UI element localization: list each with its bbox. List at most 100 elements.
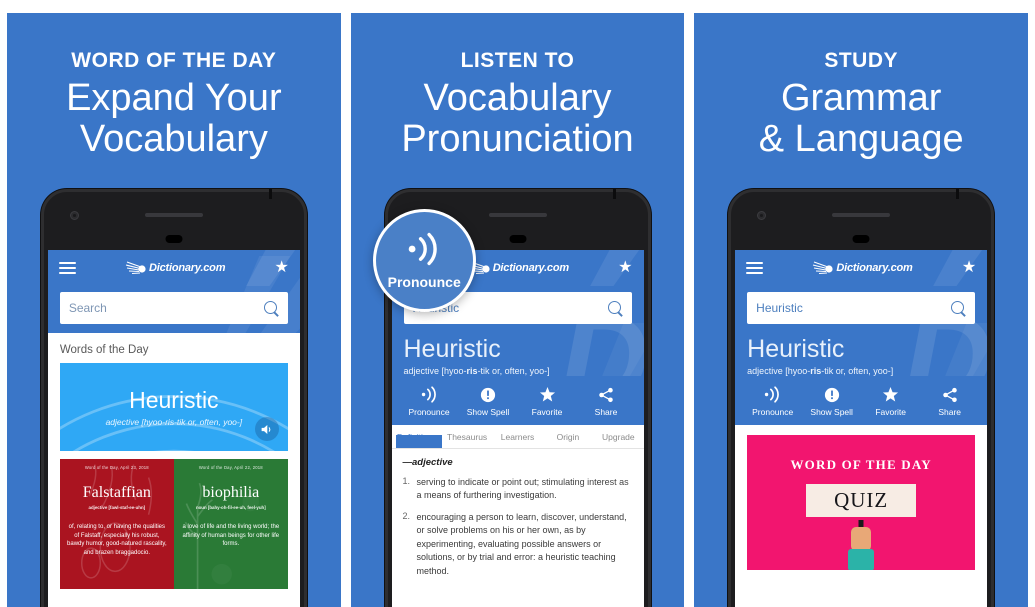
definition-number: 1.	[402, 475, 411, 486]
background-illustration	[80, 464, 152, 579]
front-camera-icon	[757, 211, 767, 220]
background-illustration	[184, 482, 213, 589]
panel-subline-line1: Vocabulary	[423, 77, 612, 120]
action-label: Favorite	[531, 406, 563, 417]
entry-header: D Heuristic adjective [hyoo-ris-tik or, …	[391, 297, 644, 523]
hand-illustration	[851, 526, 872, 551]
hamburger-menu-icon[interactable]	[58, 259, 76, 277]
proximity-sensor-icon	[165, 235, 183, 243]
definition-text: serving to indicate or point out; stimul…	[416, 476, 629, 501]
tab-upgrade[interactable]: Upgrade	[593, 425, 643, 448]
antenna-band	[612, 189, 616, 199]
sound-wave-icon	[404, 232, 444, 271]
brand-logo: Dictionary.com	[763, 261, 962, 275]
action-label: Pronounce	[408, 406, 450, 417]
sleeve-illustration	[848, 548, 875, 570]
magnifier-label: Pronounce	[387, 273, 461, 290]
quiz-card-title: WORD OF THE DAY	[790, 456, 932, 472]
promo-panel-pronunciation: LISTEN TO Vocabulary Pronunciation Dicti…	[350, 13, 685, 607]
featured-word: Heuristic	[129, 387, 219, 413]
star-icon[interactable]: ★	[274, 260, 288, 276]
speaker-glyph	[261, 424, 271, 434]
definition-item: 2. encouraging a person to learn, discov…	[403, 511, 633, 579]
app-store-screenshot-gallery: WORD OF THE DAY Expand Your Vocabulary D…	[0, 0, 1035, 607]
pron-prefix: adjective [hyoo-	[747, 365, 811, 376]
brand-name: Dictionary.com	[492, 262, 569, 274]
sunburst-logo-icon	[125, 261, 146, 275]
entry-action-bar: Pronounce Show Spell Favorite Share	[391, 375, 644, 425]
definition-text: encouraging a person to learn, discover,…	[416, 511, 627, 576]
featured-word-card[interactable]: Heuristic adjective [hyoo-ris-tik or, of…	[59, 363, 288, 451]
panel-subline-line2: Pronunciation	[401, 118, 634, 161]
panel-subline-line2: Vocabulary	[79, 118, 268, 161]
proximity-sensor-icon	[509, 235, 526, 243]
front-camera-icon	[69, 211, 79, 220]
search-icon[interactable]	[607, 300, 623, 316]
action-share[interactable]: Share	[920, 385, 979, 417]
action-favorite[interactable]: Favorite	[861, 385, 920, 417]
search-icon[interactable]	[951, 300, 966, 316]
active-tab-indicator	[395, 434, 442, 448]
entry-pronunciation: adjective [hyoo-ris-tik or, often, yoo-]	[747, 366, 975, 376]
promo-panel-grammar: STUDY Grammar & Language Dictionary.com …	[694, 13, 1029, 607]
word-card-biophilia[interactable]: Word of the Day, April 22, 2018 biophili…	[173, 459, 288, 589]
action-pronounce[interactable]: Pronounce	[743, 385, 802, 417]
earpiece-speaker-icon	[832, 213, 891, 217]
app-bar: Dictionary.com ★	[735, 250, 988, 286]
action-label: Favorite	[875, 406, 907, 417]
definition-number: 2.	[402, 510, 411, 521]
entry-header: D Heuristic adjective [hyoo-ris-tik or, …	[735, 297, 988, 523]
word-of-the-day-quiz-card[interactable]: WORD OF THE DAY QUIZ	[747, 434, 976, 570]
pron-stress: ris	[466, 365, 478, 376]
panel-headline: STUDY Grammar & Language	[694, 13, 1028, 160]
action-label: Show Spell	[466, 406, 510, 417]
definition-item: 1. serving to indicate or point out; sti…	[403, 476, 633, 503]
entry-word: Heuristic	[403, 335, 501, 363]
speaker-icon[interactable]	[254, 417, 279, 441]
sunburst-logo-icon	[813, 261, 833, 275]
search-input[interactable]: Search	[59, 292, 288, 324]
hamburger-menu-icon[interactable]	[746, 259, 764, 277]
star-icon[interactable]: ★	[962, 260, 976, 276]
tab-thesaurus[interactable]: Thesaurus	[442, 425, 492, 448]
word-card-falstaffian[interactable]: Word of the Day, April 23, 2018 Falstaff…	[59, 459, 174, 589]
quiz-card-sign: QUIZ	[806, 483, 917, 517]
panel-kicker: STUDY	[824, 49, 899, 72]
quiz-card-label: QUIZ	[834, 487, 889, 512]
action-label: Share	[594, 406, 618, 417]
action-show-spell[interactable]: Show Spell	[459, 385, 518, 417]
action-pronounce[interactable]: Pronounce	[400, 385, 459, 417]
action-favorite[interactable]: Favorite	[518, 385, 577, 417]
definition-list: —adjective 1. serving to indicate or poi…	[391, 448, 644, 587]
action-show-spell[interactable]: Show Spell	[802, 385, 861, 417]
exclamation-circle-icon	[802, 385, 861, 405]
featured-word-pronunciation: adjective [hyoo-ris-tik or, often, yoo-]	[105, 417, 243, 427]
pronounce-callout-magnifier[interactable]: Pronounce	[372, 209, 476, 312]
definition-part-of-speech: —adjective	[402, 456, 453, 468]
search-area: Heuristic	[735, 286, 988, 333]
search-input[interactable]: Heuristic	[747, 292, 976, 324]
tab-learners[interactable]: Learners	[492, 425, 542, 448]
search-icon[interactable]	[263, 300, 279, 316]
panel-kicker: WORD OF THE DAY	[71, 49, 277, 72]
earpiece-speaker-icon	[488, 213, 547, 217]
section-title: Words of the Day	[59, 344, 149, 356]
panel-kicker: LISTEN TO	[460, 49, 575, 72]
star-icon[interactable]: ★	[618, 260, 632, 276]
star-icon	[861, 385, 920, 405]
search-area: Search	[47, 256, 300, 456]
search-value: Heuristic	[756, 301, 803, 315]
pron-prefix: adjective [hyoo-	[403, 365, 467, 376]
antenna-band	[956, 189, 960, 199]
share-icon	[577, 385, 636, 405]
brand-logo: Dictionary.com	[76, 261, 275, 275]
phone-screen: Dictionary.com ★ Heuristic D	[735, 250, 988, 607]
tab-origin[interactable]: Origin	[543, 425, 593, 448]
panel-subline-line2: & Language	[758, 118, 964, 161]
panel-subline-line1: Grammar	[780, 77, 942, 120]
action-label: Show Spell	[810, 406, 853, 417]
app-bar: Dictionary.com ★	[47, 250, 300, 286]
earpiece-speaker-icon	[144, 213, 203, 217]
entry-pronunciation: adjective [hyoo-ris-tik or, often, yoo-]	[404, 366, 632, 376]
action-share[interactable]: Share	[577, 385, 636, 417]
